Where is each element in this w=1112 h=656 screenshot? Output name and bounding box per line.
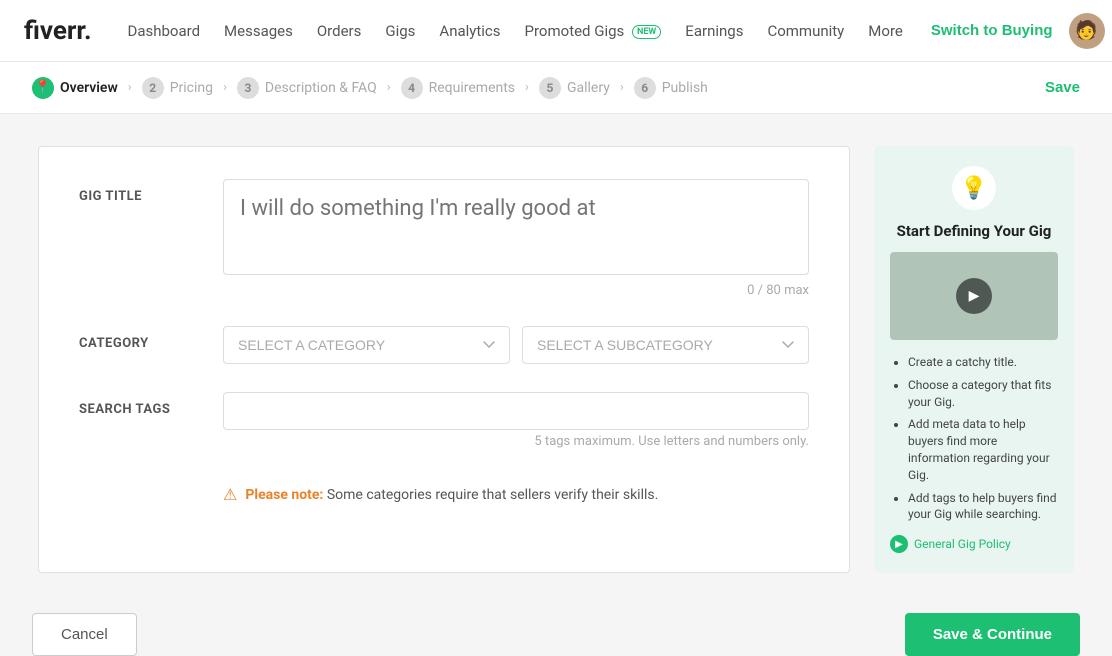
- side-icon: 💡: [952, 166, 996, 210]
- breadcrumb-step-requirements[interactable]: 4 Requirements: [401, 77, 515, 99]
- subcategory-select[interactable]: SELECT A SUBCATEGORY: [522, 326, 809, 364]
- breadcrumb-step-overview[interactable]: 📍 Overview: [32, 77, 118, 99]
- breadcrumb-sep-1: ›: [128, 80, 132, 95]
- side-title: Start Defining Your Gig: [890, 222, 1058, 240]
- step-label-pricing: Pricing: [170, 80, 213, 96]
- notice-body: Some categories require that sellers ver…: [327, 487, 658, 503]
- save-continue-button[interactable]: Save & Continue: [905, 613, 1080, 656]
- category-selects: SELECT A CATEGORY SELECT A SUBCATEGORY: [223, 326, 809, 364]
- step-num-3: 3: [237, 77, 259, 99]
- category-label: CATEGORY: [79, 326, 199, 351]
- tip-3: Add meta data to help buyers find more i…: [908, 416, 1058, 483]
- cancel-button[interactable]: Cancel: [32, 613, 137, 656]
- save-button-top[interactable]: Save: [1045, 79, 1080, 96]
- breadcrumb-step-description[interactable]: 3 Description & FAQ: [237, 77, 377, 99]
- play-button[interactable]: ▶: [956, 278, 992, 314]
- search-tags-row: SEARCH TAGS 5 tags maximum. Use letters …: [79, 392, 809, 449]
- notice-text: Please note: Some categories require tha…: [245, 487, 658, 503]
- breadcrumb-sep-2: ›: [223, 80, 227, 95]
- step-num-2: 2: [142, 77, 164, 99]
- step-label-requirements: Requirements: [429, 80, 515, 96]
- tip-2: Choose a category that fits your Gig.: [908, 377, 1058, 411]
- video-thumbnail[interactable]: ▶: [890, 252, 1058, 340]
- breadcrumb-sep-4: ›: [525, 80, 529, 95]
- breadcrumb-sep-3: ›: [387, 80, 391, 95]
- promoted-gigs-label: Promoted Gigs: [525, 22, 625, 40]
- gig-title-row: GIG TITLE 0 / 80 max: [79, 179, 809, 298]
- notice-icon: ⚠: [223, 485, 237, 504]
- nav-link-gigs[interactable]: Gigs: [385, 22, 415, 40]
- side-panel: 💡 Start Defining Your Gig ▶ Create a cat…: [874, 146, 1074, 573]
- step-num-4: 4: [401, 77, 423, 99]
- policy-link[interactable]: ▶ General Gig Policy: [890, 535, 1058, 553]
- breadcrumb-step-gallery[interactable]: 5 Gallery: [539, 77, 610, 99]
- nav-right: Switch to Buying 🧑 Rs7,293.32: [931, 13, 1112, 49]
- nav-link-more[interactable]: More: [868, 22, 903, 40]
- navbar: fiverr. Dashboard Messages Orders Gigs A…: [0, 0, 1112, 62]
- nav-link-analytics[interactable]: Analytics: [439, 22, 500, 40]
- footer-bar: Cancel Save & Continue: [0, 613, 1112, 656]
- gig-title-input[interactable]: [223, 179, 809, 275]
- form-card: GIG TITLE 0 / 80 max CATEGORY SELECT A C…: [38, 146, 850, 573]
- breadcrumb-bar: 📍 Overview › 2 Pricing › 3 Description &…: [0, 62, 1112, 114]
- gig-title-label: GIG TITLE: [79, 179, 199, 204]
- breadcrumb-sep-5: ›: [620, 80, 624, 95]
- step-label-description: Description & FAQ: [265, 80, 377, 96]
- step-num-6: 6: [634, 77, 656, 99]
- breadcrumb-step-publish[interactable]: 6 Publish: [634, 77, 708, 99]
- nav-link-earnings[interactable]: Earnings: [685, 22, 743, 40]
- nav-link-promoted-gigs[interactable]: Promoted Gigs NEW: [525, 22, 662, 40]
- step-label-publish: Publish: [662, 80, 708, 96]
- notice-bold: Please note:: [245, 487, 323, 503]
- nav-link-community[interactable]: Community: [767, 22, 844, 40]
- step-label-overview: Overview: [60, 80, 118, 96]
- policy-icon: ▶: [890, 535, 908, 553]
- new-badge: NEW: [632, 25, 661, 39]
- nav-links: Dashboard Messages Orders Gigs Analytics…: [128, 22, 903, 40]
- nav-link-dashboard[interactable]: Dashboard: [128, 22, 201, 40]
- char-count: 0 / 80 max: [223, 283, 809, 298]
- tips-list: Create a catchy title. Choose a category…: [890, 354, 1058, 523]
- step-icon-overview: 📍: [32, 77, 54, 99]
- gig-title-field: 0 / 80 max: [223, 179, 809, 298]
- search-tags-field: 5 tags maximum. Use letters and numbers …: [223, 392, 809, 449]
- main-content: GIG TITLE 0 / 80 max CATEGORY SELECT A C…: [6, 114, 1106, 605]
- category-select[interactable]: SELECT A CATEGORY: [223, 326, 510, 364]
- logo-text: fiverr: [24, 16, 84, 46]
- tip-1: Create a catchy title.: [908, 354, 1058, 371]
- category-row: CATEGORY SELECT A CATEGORY SELECT A SUBC…: [79, 326, 809, 364]
- notice-row: ⚠ Please note: Some categories require t…: [79, 477, 809, 504]
- avatar: 🧑: [1069, 13, 1105, 49]
- tags-input[interactable]: [223, 392, 809, 430]
- step-label-gallery: Gallery: [567, 80, 610, 96]
- policy-link-label: General Gig Policy: [914, 537, 1011, 551]
- logo[interactable]: fiverr.: [24, 16, 92, 46]
- nav-link-orders[interactable]: Orders: [317, 22, 362, 40]
- side-card: 💡 Start Defining Your Gig ▶ Create a cat…: [874, 146, 1074, 573]
- breadcrumb-step-pricing[interactable]: 2 Pricing: [142, 77, 213, 99]
- nav-link-messages[interactable]: Messages: [224, 22, 293, 40]
- category-field: SELECT A CATEGORY SELECT A SUBCATEGORY: [223, 326, 809, 364]
- switch-buying-button[interactable]: Switch to Buying: [931, 22, 1053, 39]
- search-tags-label: SEARCH TAGS: [79, 392, 199, 417]
- step-num-5: 5: [539, 77, 561, 99]
- tags-hint: 5 tags maximum. Use letters and numbers …: [223, 434, 809, 449]
- tip-4: Add tags to help buyers find your Gig wh…: [908, 490, 1058, 524]
